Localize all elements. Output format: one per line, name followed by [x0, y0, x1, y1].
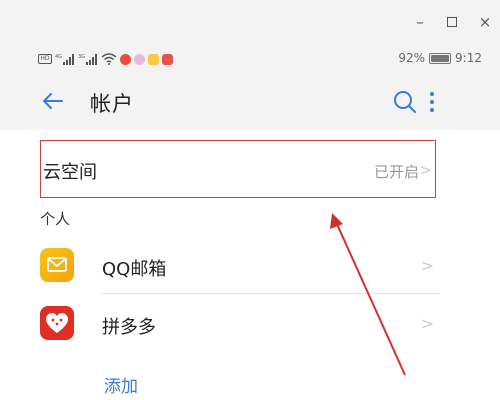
battery-icon: [429, 52, 452, 64]
app-notification-icon: [162, 53, 173, 65]
close-icon[interactable]: ×: [474, 12, 496, 32]
mail-icon: [40, 248, 74, 282]
account-label: QQ邮箱: [102, 259, 167, 280]
divider: [100, 293, 440, 294]
page-title: 帐户: [90, 92, 134, 116]
search-icon[interactable]: [390, 87, 420, 117]
cloud-space-status: 已开启: [373, 163, 419, 181]
clock: 9:12: [455, 51, 482, 65]
chevron-right-icon: >: [420, 256, 434, 275]
status-bar: HD 4G 3G 92% 9:12: [0, 44, 500, 74]
account-label: 拼多多: [102, 317, 156, 338]
maximize-icon[interactable]: [441, 12, 463, 32]
signal-3g-icon: 3G: [78, 54, 97, 65]
add-account-link[interactable]: 添加: [104, 372, 138, 397]
svg-text:3G: 3G: [78, 54, 85, 60]
signal-4g-icon: 4G: [55, 54, 74, 65]
wifi-icon: [101, 53, 117, 65]
cloud-space-row[interactable]: 云空间 已开启 >: [40, 140, 436, 198]
status-right: 92% 9:12: [398, 51, 482, 65]
app-notification-icon: [134, 53, 145, 65]
battery-level: [431, 54, 450, 62]
account-row-pinduoduo[interactable]: 拼多多 >: [40, 298, 440, 352]
more-vertical-icon[interactable]: [420, 87, 444, 117]
chevron-right-icon: >: [419, 161, 432, 179]
svg-text:4G: 4G: [55, 54, 62, 60]
chevron-right-icon: >: [420, 314, 434, 333]
status-icons: HD 4G 3G: [38, 52, 173, 66]
section-title: 个人: [40, 210, 71, 228]
battery-percent: 92%: [398, 51, 426, 65]
account-row-qq-mail[interactable]: QQ邮箱 >: [40, 240, 440, 294]
pinduoduo-icon: [40, 306, 74, 340]
app-header: 帐户: [0, 74, 500, 130]
app-notification-icon: [148, 53, 159, 65]
minimize-icon[interactable]: –: [409, 12, 431, 32]
window-title-bar: – ×: [0, 0, 500, 44]
hd-icon: HD: [38, 54, 52, 64]
app-notification-icon: [120, 53, 131, 65]
cloud-space-label: 云空间: [43, 162, 97, 183]
arrow-left-icon[interactable]: [38, 86, 68, 116]
